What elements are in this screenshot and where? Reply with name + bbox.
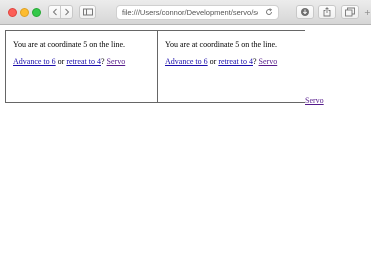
coordinate-text: You are at coordinate 5 on the line. (165, 40, 278, 49)
new-tab-plus-icon[interactable]: + (364, 9, 371, 17)
browser-toolbar: file:///Users/connor/Development/servo/s… (0, 0, 371, 25)
outer-servo-link[interactable]: Servo (305, 96, 324, 106)
question-mark: ? (100, 57, 105, 66)
tabs-icon (345, 7, 355, 17)
connector-text: or (207, 57, 219, 66)
chevron-right-icon (64, 8, 69, 16)
downloads-button[interactable] (296, 5, 314, 19)
download-icon (301, 8, 309, 16)
reload-icon[interactable] (265, 8, 273, 16)
advance-link[interactable]: Advance to 6 (13, 57, 56, 66)
connector-text: or (55, 57, 67, 66)
forward-button[interactable] (60, 5, 73, 19)
retreat-link[interactable]: retreat to 4 (218, 57, 253, 66)
show-tabs-button[interactable] (341, 5, 359, 19)
sidebar-icon (82, 8, 93, 16)
servo-link[interactable]: Servo (259, 57, 278, 66)
question-mark: ? (252, 57, 257, 66)
iframe-1: You are at coordinate 5 on the line. Adv… (5, 30, 158, 103)
address-bar[interactable]: file:///Users/connor/Development/servo/s… (116, 5, 279, 20)
share-button[interactable] (318, 5, 336, 19)
coordinate-text: You are at coordinate 5 on the line. (13, 40, 126, 49)
minimize-window-button[interactable] (20, 8, 29, 17)
share-icon (323, 7, 331, 17)
navigation-line: Advance to 6 or retreat to 4? Servo (13, 57, 125, 67)
retreat-link[interactable]: retreat to 4 (66, 57, 101, 66)
iframe-2: You are at coordinate 5 on the line. Adv… (157, 30, 305, 103)
sidebar-button[interactable] (79, 5, 96, 19)
zoom-window-button[interactable] (32, 8, 41, 17)
address-url: file:///Users/connor/Development/servo/s… (122, 8, 258, 17)
advance-link[interactable]: Advance to 6 (165, 57, 208, 66)
navigation-line: Advance to 6 or retreat to 4? Servo (165, 57, 277, 67)
servo-link[interactable]: Servo (107, 57, 126, 66)
chevron-left-icon (52, 8, 57, 16)
close-window-button[interactable] (8, 8, 17, 17)
